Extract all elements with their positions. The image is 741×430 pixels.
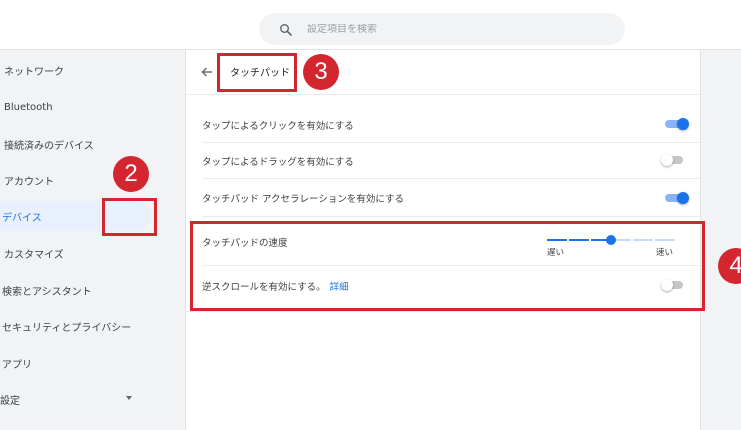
sidebar-item-search-assistant[interactable]: 検索とアシスタント — [0, 275, 92, 305]
tap-to-click-toggle[interactable] — [665, 118, 689, 130]
sidebar-item-label: ネットワーク — [4, 66, 64, 78]
sidebar-item-apps[interactable]: アプリ — [0, 348, 32, 378]
callout-badge: 2 — [113, 156, 149, 192]
sidebar-item-label: Bluetooth — [4, 101, 53, 113]
top-bar — [0, 0, 741, 50]
search-box[interactable] — [259, 13, 625, 45]
sidebar-item-accounts[interactable]: アカウント — [0, 165, 54, 195]
acceleration-toggle[interactable] — [665, 192, 689, 204]
arrow-back-icon[interactable] — [200, 64, 214, 78]
setting-label: タップによるドラッグを有効にする — [202, 157, 354, 168]
search-input[interactable] — [307, 23, 587, 35]
sidebar-item-connected-devices[interactable]: 接続済みのデバイス — [0, 129, 94, 159]
sidebar-item-label: 検索とアシスタント — [2, 286, 92, 298]
sidebar: ネットワーク Bluetooth 接続済みのデバイス アカウント デバイス カス… — [0, 50, 165, 430]
sidebar-item-settings-expander[interactable]: 設定 — [0, 384, 140, 414]
sidebar-item-security-privacy[interactable]: セキュリティとプライバシー — [0, 311, 131, 341]
sidebar-item-label: アカウント — [4, 176, 54, 188]
divider — [186, 94, 702, 95]
callout-badge: 4 — [718, 248, 741, 284]
sidebar-item-label: 接続済みのデバイス — [4, 140, 94, 152]
sidebar-item-label: 設定 — [0, 395, 20, 407]
setting-label: タッチパッド アクセラレーションを有効にする — [202, 194, 404, 205]
callout-badge: 3 — [303, 54, 339, 90]
sidebar-item-label: デバイス — [2, 212, 42, 224]
callout-box-speed-scroll — [190, 221, 705, 311]
setting-label: タップによるクリックを有効にする — [202, 121, 354, 132]
callout-box-title — [217, 53, 297, 92]
sidebar-item-network[interactable]: ネットワーク — [0, 55, 64, 85]
tap-dragging-toggle[interactable] — [661, 154, 685, 166]
sidebar-item-label: セキュリティとプライバシー — [2, 322, 132, 334]
sidebar-item-label: アプリ — [2, 359, 32, 371]
divider — [202, 178, 702, 179]
chevron-down-icon — [126, 396, 132, 400]
divider — [202, 216, 702, 217]
divider — [202, 142, 702, 143]
divider — [186, 311, 702, 312]
sidebar-item-label: カスタマイズ — [4, 249, 64, 261]
sidebar-item-bluetooth[interactable]: Bluetooth — [0, 92, 53, 122]
callout-box-device — [102, 198, 157, 236]
sidebar-item-personalization[interactable]: カスタマイズ — [0, 238, 64, 268]
search-icon — [279, 22, 293, 36]
